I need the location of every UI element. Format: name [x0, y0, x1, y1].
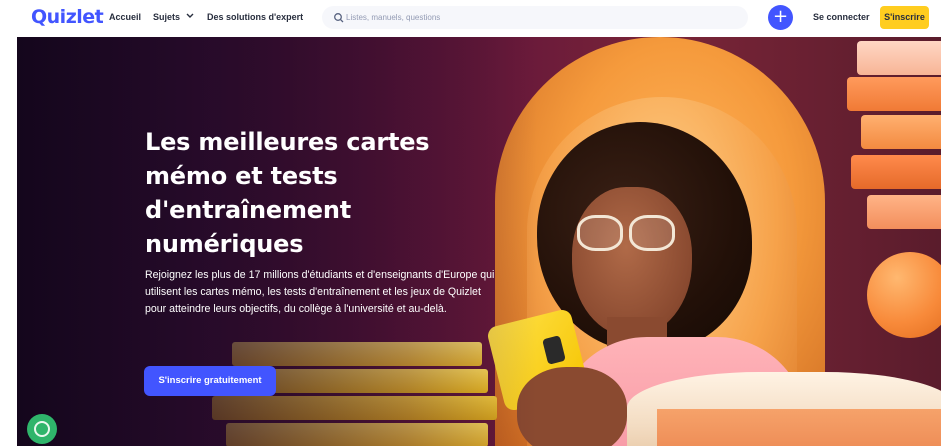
plus-icon: + — [772, 6, 789, 27]
book — [851, 155, 941, 189]
hero-title-line: mémo et tests — [145, 162, 338, 190]
nav-sujets-dropdown[interactable]: Sujets — [153, 12, 194, 22]
signup-free-button[interactable]: S'inscrire gratuitement — [144, 366, 276, 396]
glasses-right-lens — [629, 215, 675, 251]
hero-banner: Les meilleures cartes mémo et tests d'en… — [17, 37, 941, 446]
hero-title-line: d'entraînement — [145, 196, 352, 224]
hero-title-line: Les meilleures cartes — [145, 128, 430, 156]
open-book-edge — [657, 409, 941, 446]
book — [857, 41, 941, 75]
create-button[interactable]: + — [768, 5, 793, 30]
nav-solutions-expert[interactable]: Des solutions d'expert — [207, 12, 303, 22]
signup-button[interactable]: S'inscrire — [880, 6, 929, 29]
nav-accueil[interactable]: Accueil — [109, 12, 141, 22]
chat-icon — [34, 421, 50, 437]
book — [867, 195, 941, 229]
search-input[interactable] — [346, 6, 736, 29]
top-navigation-bar: Quizlet Accueil Sujets Des solutions d'e… — [0, 0, 941, 36]
chevron-down-icon — [186, 12, 194, 21]
book — [847, 77, 941, 111]
nav-sujets-label: Sujets — [153, 12, 181, 22]
login-link[interactable]: Se connecter — [813, 12, 870, 22]
glasses-left-lens — [577, 215, 623, 251]
nav-solutions-label: Des solutions d'expert — [207, 12, 304, 22]
nav-accueil-label: Accueil — [109, 12, 142, 22]
quizlet-logo[interactable]: Quizlet — [31, 6, 104, 28]
search-icon — [333, 11, 345, 23]
student-face — [572, 187, 692, 337]
search-bar[interactable] — [322, 6, 748, 29]
hero-description: Rejoignez les plus de 17 millions d'étud… — [145, 269, 495, 315]
chat-widget-button[interactable] — [27, 414, 57, 444]
hero-title-line: numériques — [145, 230, 304, 258]
book — [861, 115, 941, 149]
hero-title: Les meilleures cartes mémo et tests d'en… — [145, 125, 465, 261]
